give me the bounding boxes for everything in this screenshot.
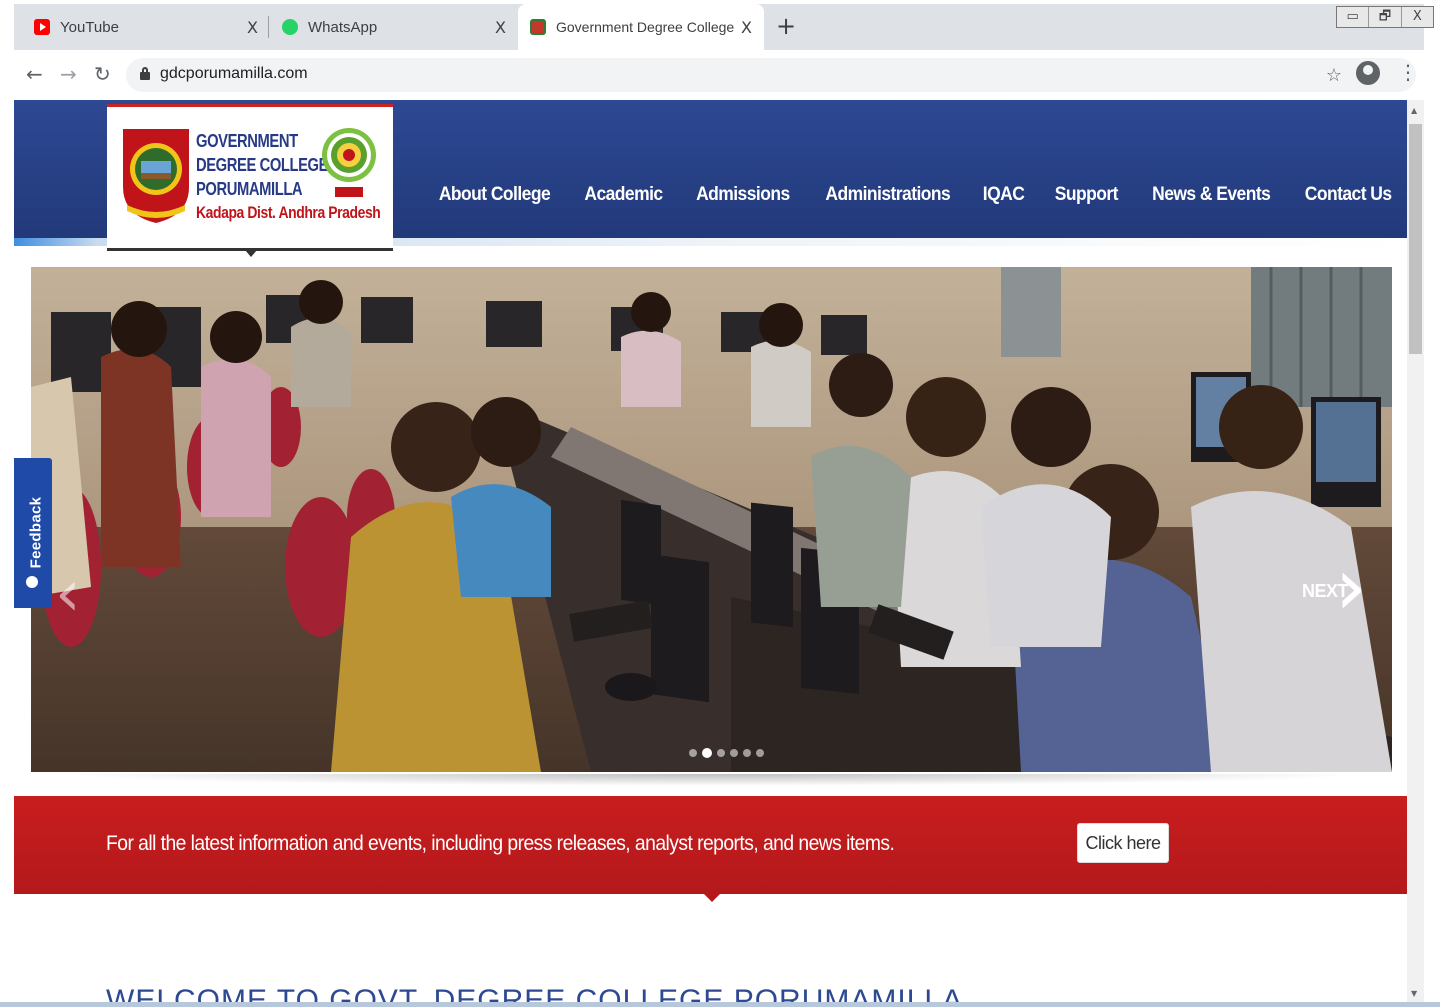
- page-scrollbar[interactable]: ▲ ▼: [1407, 100, 1424, 1004]
- slider-prev-arrow-icon[interactable]: ‹: [55, 557, 81, 631]
- college-name: GOVERNMENT DEGREE COLLEGE PORUMAMILLA Ka…: [196, 129, 421, 225]
- banner-text: For all the latest information and event…: [106, 832, 895, 855]
- feedback-bulb-icon: [26, 576, 38, 588]
- lock-icon[interactable]: [140, 67, 150, 80]
- logo-pointer: [245, 250, 257, 257]
- window-controls: ▭ 🗗 X: [1336, 6, 1434, 28]
- nav-contact-us[interactable]: Contact Us: [1305, 184, 1392, 206]
- minimize-button[interactable]: ▭: [1337, 7, 1370, 27]
- andhra-pradesh-emblem-icon: [322, 128, 376, 197]
- slider-dot[interactable]: [689, 749, 697, 757]
- slider-dot[interactable]: [730, 749, 738, 757]
- nav-about-college[interactable]: About College: [439, 184, 551, 206]
- slider-dot[interactable]: [743, 749, 751, 757]
- computer-lab-photo: [31, 267, 1392, 772]
- close-tab-icon[interactable]: X: [247, 18, 258, 37]
- nav-support[interactable]: Support: [1055, 184, 1119, 206]
- welcome-heading: WELCOME TO GOVT. DEGREE COLLEGE PORUMAMI…: [106, 984, 964, 1004]
- tab-title: Government Degree College Pon: [556, 19, 736, 35]
- restore-button[interactable]: 🗗: [1369, 7, 1402, 27]
- close-tab-icon[interactable]: X: [741, 18, 752, 37]
- whatsapp-icon: [282, 19, 298, 35]
- college-crest-icon: [123, 129, 189, 223]
- browser-menu-icon[interactable]: ⋮: [1398, 60, 1418, 84]
- college-seal-icon: [530, 19, 546, 35]
- scrollbar-thumb[interactable]: [1409, 124, 1422, 354]
- close-window-button[interactable]: X: [1402, 7, 1433, 27]
- feedback-label: Feedback: [27, 496, 45, 569]
- url-text[interactable]: gdcporumamilla.com: [160, 65, 308, 83]
- tab-youtube[interactable]: YouTube X: [34, 4, 270, 50]
- nav-administrations[interactable]: Administrations: [825, 184, 950, 206]
- page-viewport: GOVERNMENT DEGREE COLLEGE PORUMAMILLA Ka…: [14, 100, 1407, 1004]
- click-here-button[interactable]: Click here: [1077, 823, 1169, 863]
- close-tab-icon[interactable]: X: [495, 18, 506, 37]
- scroll-up-arrow-icon[interactable]: ▲: [1411, 106, 1417, 115]
- slider-dot-active[interactable]: [702, 748, 712, 758]
- profile-avatar-icon[interactable]: [1356, 61, 1380, 85]
- slider-next-arrow-icon[interactable]: ›: [1335, 547, 1367, 627]
- banner-pointer: [704, 894, 720, 902]
- nav-iqac[interactable]: IQAC: [983, 184, 1025, 206]
- nav-admissions[interactable]: Admissions: [696, 184, 790, 206]
- new-tab-button[interactable]: +: [776, 12, 796, 40]
- tab-separator: [268, 16, 269, 38]
- nav-news-events[interactable]: News & Events: [1152, 184, 1271, 206]
- tab-title: WhatsApp: [308, 18, 378, 36]
- bookmark-star-icon[interactable]: ☆: [1326, 65, 1342, 86]
- scroll-down-arrow-icon[interactable]: ▼: [1411, 989, 1417, 998]
- main-navigation: About College Academic Admissions Admini…: [434, 184, 1407, 206]
- slider-dot[interactable]: [756, 749, 764, 757]
- slider-shadow: [54, 774, 1367, 786]
- browser-toolbar: ← → ↻ gdcporumamilla.com ☆ ⋮: [14, 50, 1424, 100]
- slider-pagination: [689, 748, 764, 758]
- os-taskbar-edge: [0, 1002, 1440, 1007]
- info-banner: For all the latest information and event…: [14, 796, 1407, 894]
- reload-icon[interactable]: ↻: [94, 62, 111, 86]
- address-bar[interactable]: gdcporumamilla.com ☆: [126, 58, 1416, 92]
- tab-gdc-porumamilla[interactable]: Government Degree College Pon X: [518, 4, 764, 50]
- feedback-tab[interactable]: Feedback: [14, 458, 52, 608]
- college-logo[interactable]: GOVERNMENT DEGREE COLLEGE PORUMAMILLA Ka…: [107, 104, 393, 251]
- forward-arrow-icon[interactable]: →: [60, 62, 77, 86]
- browser-tab-strip: YouTube X WhatsApp X Government Degree C…: [14, 4, 1434, 50]
- slider-dot[interactable]: [717, 749, 725, 757]
- tab-title: YouTube: [60, 18, 119, 36]
- back-arrow-icon[interactable]: ←: [26, 62, 43, 86]
- youtube-icon: [34, 19, 50, 35]
- tab-whatsapp[interactable]: WhatsApp X: [282, 4, 518, 50]
- hero-slider[interactable]: ‹ NEXT ›: [31, 267, 1392, 772]
- nav-academic[interactable]: Academic: [584, 184, 663, 206]
